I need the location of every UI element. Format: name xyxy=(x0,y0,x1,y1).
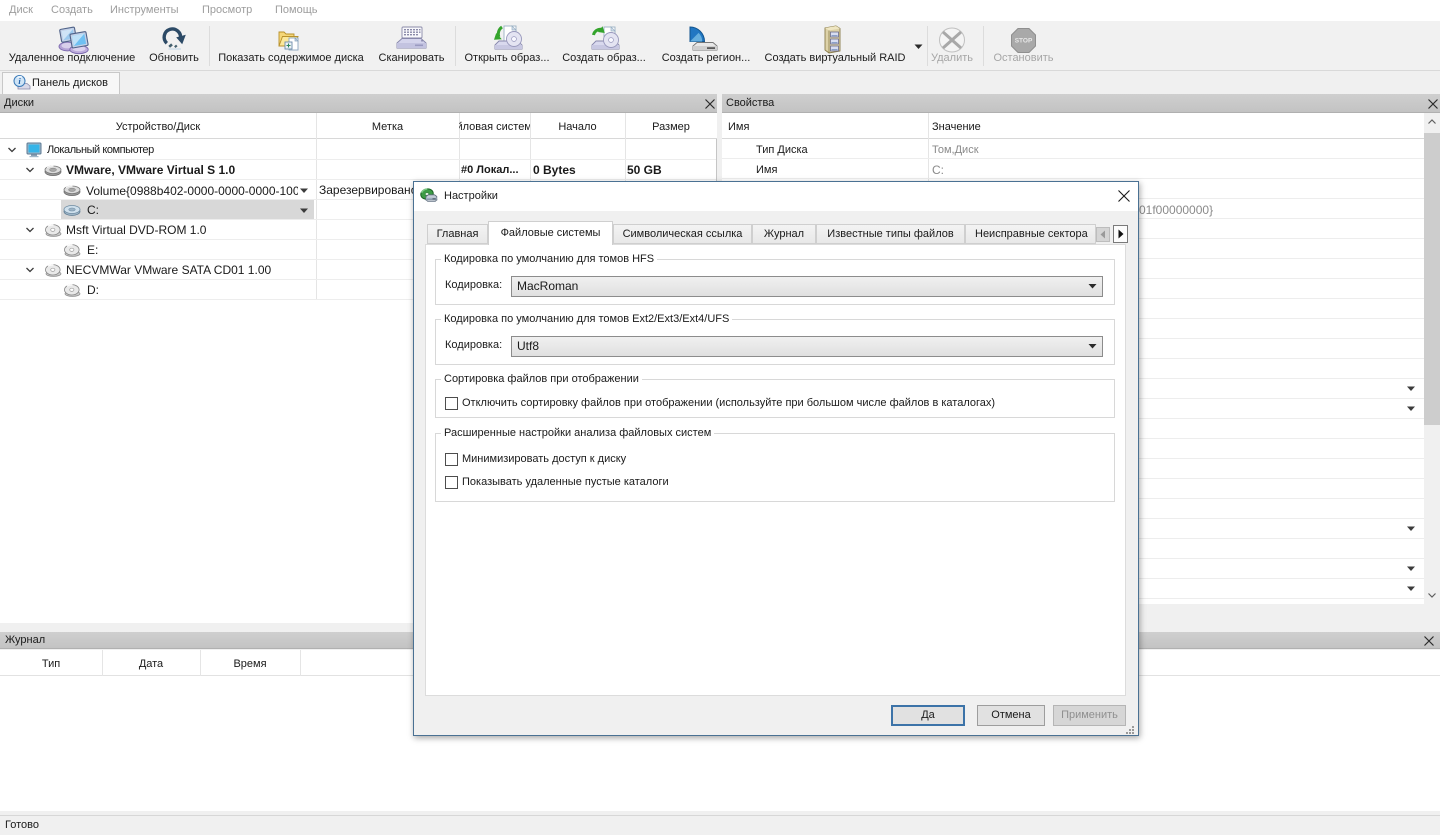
svg-text:STOP: STOP xyxy=(1015,38,1033,45)
